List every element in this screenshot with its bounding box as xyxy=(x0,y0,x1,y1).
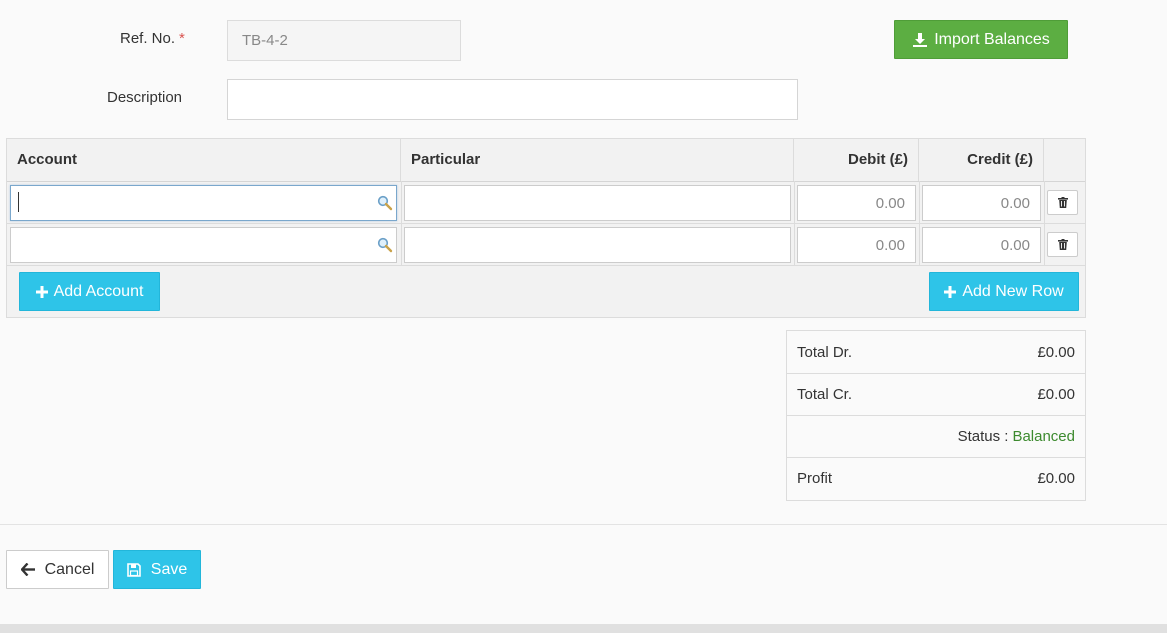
credit-input[interactable] xyxy=(922,185,1041,221)
plus-icon xyxy=(944,285,957,298)
debit-input[interactable] xyxy=(797,185,916,221)
description-label: Description xyxy=(107,89,183,106)
total-cr-row: Total Cr. £0.00 xyxy=(787,373,1085,415)
header-credit: Credit (£) xyxy=(919,139,1044,181)
profit-row: Profit £0.00 xyxy=(787,457,1085,499)
bottom-scroll-bar xyxy=(0,624,1167,633)
description-input[interactable] xyxy=(227,79,798,120)
plus-icon xyxy=(35,285,48,298)
trash-icon xyxy=(1057,239,1068,250)
status-label: Status : xyxy=(957,428,1009,445)
save-label: Save xyxy=(150,560,188,578)
download-icon xyxy=(913,32,928,47)
search-icon[interactable] xyxy=(377,195,393,211)
cancel-button[interactable]: Cancel xyxy=(6,550,109,589)
particular-input[interactable] xyxy=(404,227,791,263)
cancel-label: Cancel xyxy=(44,560,95,578)
header-actions xyxy=(1044,139,1085,181)
totals-panel: Total Dr. £0.00 Total Cr. £0.00 Status :… xyxy=(786,330,1086,501)
add-account-button[interactable]: Add Account xyxy=(19,272,160,311)
add-new-row-label: Add New Row xyxy=(962,282,1064,300)
total-cr-label: Total Cr. xyxy=(797,386,853,403)
delete-row-button[interactable] xyxy=(1047,190,1078,215)
floppy-disk-icon xyxy=(126,562,141,577)
profit-value: £0.00 xyxy=(1037,470,1075,487)
header-account: Account xyxy=(7,139,401,181)
header-debit: Debit (£) xyxy=(794,139,919,181)
ref-no-label: Ref. No. * xyxy=(120,30,185,47)
trash-icon xyxy=(1057,197,1068,208)
header-particular: Particular xyxy=(401,139,794,181)
search-icon[interactable] xyxy=(377,237,393,253)
total-dr-label: Total Dr. xyxy=(797,343,853,361)
total-cr-value: £0.00 xyxy=(1037,386,1075,403)
import-balances-label: Import Balances xyxy=(934,30,1050,48)
import-balances-button[interactable]: Import Balances xyxy=(894,20,1068,59)
account-input[interactable] xyxy=(10,227,397,263)
footer-divider xyxy=(0,524,1167,525)
save-button[interactable]: Save xyxy=(113,550,201,589)
profit-label: Profit xyxy=(797,470,833,487)
total-dr-value: £0.00 xyxy=(1037,343,1075,361)
required-mark: * xyxy=(179,30,185,47)
entries-table: Account Particular Debit (£) Credit (£) … xyxy=(6,138,1086,318)
add-new-row-button[interactable]: Add New Row xyxy=(929,272,1079,311)
account-input[interactable] xyxy=(10,185,397,221)
row-divider xyxy=(7,223,1085,224)
delete-row-button[interactable] xyxy=(1047,232,1078,257)
arrow-left-icon xyxy=(20,563,35,576)
credit-input[interactable] xyxy=(922,227,1041,263)
text-cursor xyxy=(18,192,19,212)
debit-input[interactable] xyxy=(797,227,916,263)
header-divider xyxy=(7,181,1085,182)
ref-no-input[interactable] xyxy=(227,20,461,61)
status-row: Status : Balanced xyxy=(787,415,1085,457)
total-dr-row: Total Dr. £0.00 xyxy=(787,331,1085,373)
add-account-label: Add Account xyxy=(53,282,144,300)
status-badge: Balanced xyxy=(1012,428,1075,445)
row-divider xyxy=(7,265,1085,266)
particular-input[interactable] xyxy=(404,185,791,221)
